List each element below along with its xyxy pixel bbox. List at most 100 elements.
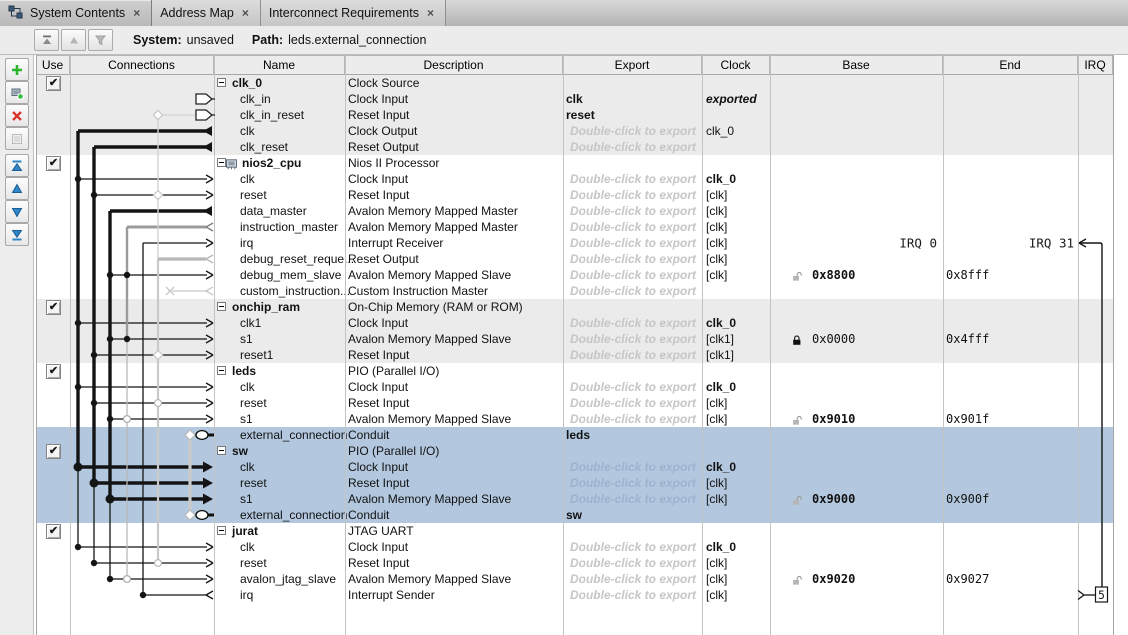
export-placeholder[interactable]: Double-click to export bbox=[566, 123, 696, 139]
export-placeholder[interactable]: Double-click to export bbox=[566, 283, 696, 299]
clock-select[interactable]: [clk] bbox=[706, 491, 727, 507]
table-row[interactable]: debug_reset_reque...Reset OutputDouble-c… bbox=[36, 251, 1113, 267]
column-header-connections[interactable]: Connections bbox=[70, 55, 214, 75]
table-row[interactable]: clkClock InputDouble-click to exportclk_… bbox=[36, 459, 1113, 475]
table-row[interactable]: resetReset InputDouble-click to export[c… bbox=[36, 475, 1113, 491]
table-row[interactable]: clk_resetReset OutputDouble-click to exp… bbox=[36, 139, 1113, 155]
base-address[interactable]: 0x9010 bbox=[812, 411, 855, 427]
export-value[interactable]: clk bbox=[566, 91, 583, 107]
table-row[interactable]: data_masterAvalon Memory Mapped MasterDo… bbox=[36, 203, 1113, 219]
table-row[interactable]: clkClock InputDouble-click to exportclk_… bbox=[36, 539, 1113, 555]
table-row[interactable]: ✔juratJTAG UART bbox=[36, 523, 1113, 539]
table-row[interactable]: resetReset InputDouble-click to export[c… bbox=[36, 555, 1113, 571]
table-row[interactable]: ✔ledsPIO (Parallel I/O) bbox=[36, 363, 1113, 379]
table-row[interactable]: resetReset InputDouble-click to export[c… bbox=[36, 187, 1113, 203]
clock-select[interactable]: clk_0 bbox=[706, 123, 734, 139]
clock-select[interactable]: [clk] bbox=[706, 587, 727, 603]
export-value[interactable]: leds bbox=[566, 427, 590, 443]
export-placeholder[interactable]: Double-click to export bbox=[566, 475, 696, 491]
export-placeholder[interactable]: Double-click to export bbox=[566, 203, 696, 219]
clock-select[interactable]: [clk] bbox=[706, 187, 727, 203]
table-row[interactable]: resetReset InputDouble-click to export[c… bbox=[36, 395, 1113, 411]
collapse-toggle[interactable] bbox=[217, 526, 226, 535]
export-placeholder[interactable]: Double-click to export bbox=[566, 571, 696, 587]
clock-select[interactable]: clk_0 bbox=[706, 539, 736, 555]
base-address[interactable]: 0x0000 bbox=[812, 331, 855, 347]
collapse-toggle[interactable] bbox=[217, 366, 226, 375]
table-row[interactable]: s1Avalon Memory Mapped SlaveDouble-click… bbox=[36, 491, 1113, 507]
export-placeholder[interactable]: Double-click to export bbox=[566, 491, 696, 507]
table-row[interactable]: irqInterrupt SenderDouble-click to expor… bbox=[36, 587, 1113, 603]
clock-select[interactable]: [clk] bbox=[706, 235, 727, 251]
clock-select[interactable]: [clk] bbox=[706, 203, 727, 219]
column-header-irq[interactable]: IRQ bbox=[1078, 55, 1113, 75]
export-placeholder[interactable]: Double-click to export bbox=[566, 347, 696, 363]
export-placeholder[interactable]: Double-click to export bbox=[566, 539, 696, 555]
collapse-toggle[interactable] bbox=[217, 78, 226, 87]
export-placeholder[interactable]: Double-click to export bbox=[566, 331, 696, 347]
column-header-use[interactable]: Use bbox=[36, 55, 70, 75]
table-row[interactable]: external_connectionConduitsw bbox=[36, 507, 1113, 523]
base-address[interactable]: 0x8800 bbox=[812, 267, 855, 283]
use-checkbox[interactable]: ✔ bbox=[46, 300, 61, 315]
system-contents-table[interactable]: UseConnectionsNameDescriptionExportClock… bbox=[0, 0, 1128, 635]
use-checkbox[interactable]: ✔ bbox=[46, 76, 61, 91]
use-checkbox[interactable]: ✔ bbox=[46, 364, 61, 379]
table-row[interactable]: avalon_jtag_slaveAvalon Memory Mapped Sl… bbox=[36, 571, 1113, 587]
table-row[interactable]: instruction_masterAvalon Memory Mapped M… bbox=[36, 219, 1113, 235]
clock-select[interactable]: [clk1] bbox=[706, 331, 734, 347]
clock-select[interactable]: [clk] bbox=[706, 251, 727, 267]
use-checkbox[interactable]: ✔ bbox=[46, 444, 61, 459]
table-row[interactable]: ✔onchip_ramOn-Chip Memory (RAM or ROM) bbox=[36, 299, 1113, 315]
table-row[interactable]: reset1Reset InputDouble-click to export[… bbox=[36, 347, 1113, 363]
use-checkbox[interactable]: ✔ bbox=[46, 156, 61, 171]
clock-select[interactable]: [clk] bbox=[706, 219, 727, 235]
export-placeholder[interactable]: Double-click to export bbox=[566, 379, 696, 395]
collapse-toggle[interactable] bbox=[217, 302, 226, 311]
clock-select[interactable]: exported bbox=[706, 91, 757, 107]
export-placeholder[interactable]: Double-click to export bbox=[566, 219, 696, 235]
table-row[interactable]: clk_inClock Inputclkexported bbox=[36, 91, 1113, 107]
use-checkbox[interactable]: ✔ bbox=[46, 524, 61, 539]
export-placeholder[interactable]: Double-click to export bbox=[566, 235, 696, 251]
table-row[interactable]: clk1Clock InputDouble-click to exportclk… bbox=[36, 315, 1113, 331]
table-row[interactable]: s1Avalon Memory Mapped SlaveDouble-click… bbox=[36, 331, 1113, 347]
clock-select[interactable]: clk_0 bbox=[706, 171, 736, 187]
clock-select[interactable]: [clk] bbox=[706, 571, 727, 587]
table-row[interactable]: clkClock InputDouble-click to exportclk_… bbox=[36, 171, 1113, 187]
table-row[interactable]: external_connectionConduitleds bbox=[36, 427, 1113, 443]
export-placeholder[interactable]: Double-click to export bbox=[566, 555, 696, 571]
base-address[interactable]: 0x9000 bbox=[812, 491, 855, 507]
clock-select[interactable]: [clk] bbox=[706, 475, 727, 491]
table-row[interactable]: custom_instruction...Custom Instruction … bbox=[36, 283, 1113, 299]
export-placeholder[interactable]: Double-click to export bbox=[566, 139, 696, 155]
export-placeholder[interactable]: Double-click to export bbox=[566, 315, 696, 331]
column-header-name[interactable]: Name bbox=[214, 55, 345, 75]
export-placeholder[interactable]: Double-click to export bbox=[566, 171, 696, 187]
export-placeholder[interactable]: Double-click to export bbox=[566, 395, 696, 411]
base-address[interactable]: 0x9020 bbox=[812, 571, 855, 587]
column-header-export[interactable]: Export bbox=[563, 55, 702, 75]
column-header-description[interactable]: Description bbox=[345, 55, 563, 75]
table-row[interactable]: s1Avalon Memory Mapped SlaveDouble-click… bbox=[36, 411, 1113, 427]
export-value[interactable]: sw bbox=[566, 507, 582, 523]
export-placeholder[interactable]: Double-click to export bbox=[566, 587, 696, 603]
export-placeholder[interactable]: Double-click to export bbox=[566, 411, 696, 427]
column-header-clock[interactable]: Clock bbox=[702, 55, 770, 75]
collapse-toggle[interactable] bbox=[217, 446, 226, 455]
export-placeholder[interactable]: Double-click to export bbox=[566, 267, 696, 283]
table-row[interactable]: clkClock InputDouble-click to exportclk_… bbox=[36, 379, 1113, 395]
clock-select[interactable]: clk_0 bbox=[706, 379, 736, 395]
table-row[interactable]: irqInterrupt ReceiverDouble-click to exp… bbox=[36, 235, 1113, 251]
table-row[interactable]: ✔clk_0Clock Source bbox=[36, 75, 1113, 91]
clock-select[interactable]: [clk] bbox=[706, 555, 727, 571]
table-row[interactable]: ✔nios2_cpuNios II Processor bbox=[36, 155, 1113, 171]
table-row[interactable]: debug_mem_slaveAvalon Memory Mapped Slav… bbox=[36, 267, 1113, 283]
clock-select[interactable]: [clk] bbox=[706, 267, 727, 283]
export-placeholder[interactable]: Double-click to export bbox=[566, 251, 696, 267]
column-header-base[interactable]: Base bbox=[770, 55, 943, 75]
export-placeholder[interactable]: Double-click to export bbox=[566, 459, 696, 475]
export-placeholder[interactable]: Double-click to export bbox=[566, 187, 696, 203]
export-value[interactable]: reset bbox=[566, 107, 595, 123]
clock-select[interactable]: [clk] bbox=[706, 395, 727, 411]
